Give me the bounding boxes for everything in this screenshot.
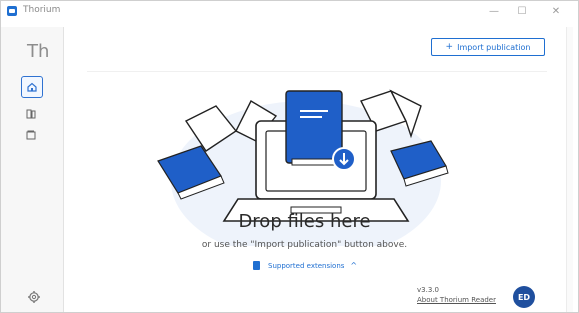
import-publication-button[interactable]: + Import publication <box>431 38 545 56</box>
catalog-icon <box>26 130 36 140</box>
minimize-button[interactable]: — <box>485 5 503 19</box>
supported-extensions-label: Supported extensions <box>268 261 345 270</box>
title-bar: Thorium — ☐ ✕ <box>1 1 578 27</box>
home-icon <box>27 82 37 92</box>
plus-icon: + <box>445 42 454 52</box>
maximize-button[interactable]: ☐ <box>513 5 531 19</box>
sidebar <box>1 27 64 312</box>
edrlab-logo[interactable]: ED <box>513 286 535 308</box>
sidebar-item-home[interactable] <box>21 76 43 98</box>
file-icon <box>253 261 260 270</box>
import-publication-label: Import publication <box>457 42 531 52</box>
sidebar-item-catalogs[interactable] <box>21 125 41 145</box>
brand-logo: Th <box>27 41 50 62</box>
drop-title: Drop files here <box>238 211 371 232</box>
window-title: Thorium <box>23 5 61 15</box>
divider <box>87 71 547 72</box>
app-window: Thorium — ☐ ✕ Th + Import publication Dr… <box>0 0 579 313</box>
scrollbar[interactable] <box>566 27 573 312</box>
sidebar-item-library[interactable] <box>21 104 41 124</box>
close-button[interactable]: ✕ <box>547 5 565 19</box>
version-info: v3.3.0 About Thorium Reader <box>417 285 496 305</box>
library-icon <box>26 109 36 119</box>
gear-icon[interactable] <box>27 290 41 304</box>
app-logo-icon <box>7 6 17 16</box>
chevron-up-icon: ^ <box>350 261 358 270</box>
version-number: v3.3.0 <box>417 286 439 294</box>
supported-extensions-toggle[interactable]: Supported extensions ^ <box>253 261 357 270</box>
drop-subtitle: or use the "Import publication" button a… <box>201 240 408 250</box>
about-link[interactable]: About Thorium Reader <box>417 295 496 305</box>
